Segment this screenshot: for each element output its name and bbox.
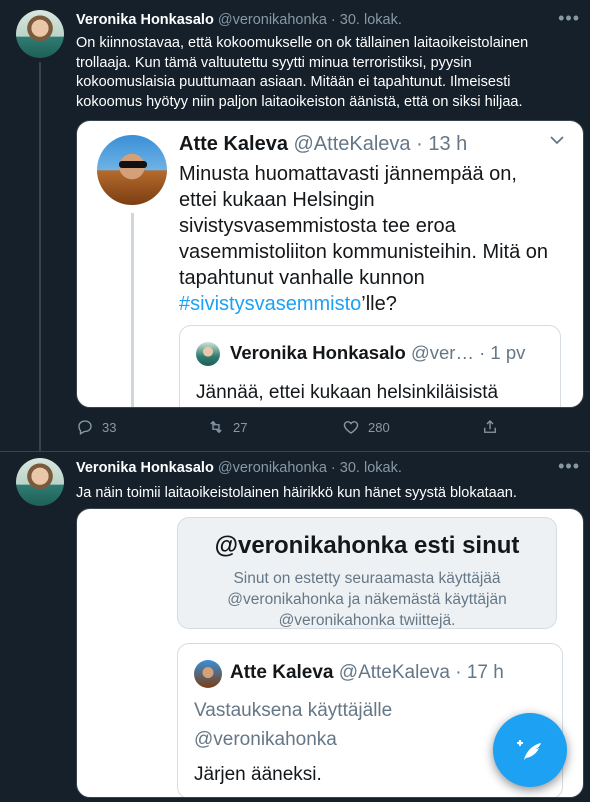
quoted-author-handle: @AtteKaleva xyxy=(293,133,411,155)
quoted-text: Minusta huomattavasti jännempää on, ette… xyxy=(179,161,559,317)
tweet-1[interactable]: Veronika Honkasalo @veronikahonka · 30. … xyxy=(0,0,590,452)
retweet-button[interactable]: 27 xyxy=(207,418,247,436)
nested-author-handle: @ver… xyxy=(410,342,474,363)
reply-text: Järjen ääneksi. xyxy=(194,764,322,785)
header-separator: · xyxy=(330,460,336,476)
author-name[interactable]: Veronika Honkasalo xyxy=(76,12,214,28)
tweet-actions: 33 27 280 xyxy=(76,418,516,442)
reply-context: Vastauksena käyttäjälle @veronikahonka xyxy=(194,700,393,750)
quoted-text-tail: ’lle? xyxy=(361,293,397,315)
hashtag-link: #sivistysvasemmisto xyxy=(179,293,362,315)
quoted-author-name: Atte Kaleva xyxy=(179,133,288,155)
like-count: 280 xyxy=(368,419,390,435)
share-button[interactable] xyxy=(481,418,499,436)
header-separator: · xyxy=(330,12,336,28)
nested-text: Jännää, ettei kukaan helsinkiläisistä xyxy=(196,382,499,403)
reply-author-name: Atte Kaleva xyxy=(230,662,334,683)
reply-separator: · xyxy=(455,662,462,683)
quoted-tweet-image[interactable]: Atte Kaleva @AtteKaleva · 13 h Minusta h… xyxy=(76,120,584,408)
compose-tweet-button[interactable] xyxy=(493,713,567,787)
reply-time: 17 h xyxy=(466,662,504,683)
quoted-author-avatar xyxy=(97,135,167,205)
like-button[interactable]: 280 xyxy=(342,418,390,436)
reply-icon xyxy=(78,420,92,435)
nested-author-avatar xyxy=(196,342,220,366)
blocked-title: @veronikahonka esti sinut xyxy=(214,532,520,559)
author-handle[interactable]: @veronikahonka xyxy=(218,460,327,476)
nested-quoted-tweet: Veronika Honkasalo @ver… · 1 pv Jännää, … xyxy=(179,325,561,407)
compose-tweet-icon xyxy=(516,739,541,760)
thread-connector xyxy=(39,62,41,452)
author-avatar[interactable] xyxy=(16,10,64,58)
quoted-text-body: Minusta huomattavasti jännempää on, ette… xyxy=(179,163,549,289)
reply-button[interactable]: 33 xyxy=(76,418,116,436)
tweet-header: Veronika Honkasalo @veronikahonka · 30. … xyxy=(76,460,402,476)
nested-author-name: Veronika Honkasalo xyxy=(230,342,406,363)
heart-icon xyxy=(343,421,359,434)
retweet-icon xyxy=(210,420,222,434)
tweet-date[interactable]: 30. lokak. xyxy=(340,12,402,28)
quoted-thread-line xyxy=(131,213,134,407)
quoted-separator: · xyxy=(416,133,423,155)
reply-author-avatar xyxy=(194,660,222,688)
chevron-down-icon xyxy=(549,133,565,151)
tweet-text: Ja näin toimii laitaoikeistolainen häiri… xyxy=(76,485,517,501)
nested-header: Veronika Honkasalo @ver… · 1 pv xyxy=(230,342,525,364)
more-options-icon[interactable]: ••• xyxy=(558,456,580,477)
author-handle[interactable]: @veronikahonka xyxy=(218,12,327,28)
nested-separator: · xyxy=(479,342,486,363)
quoted-time: 13 h xyxy=(428,133,468,155)
reply-author-handle: @AtteKaleva xyxy=(338,662,450,683)
tweet-text: On kiinnostavaa, että kokoomukselle on o… xyxy=(76,35,529,110)
share-icon xyxy=(484,420,496,433)
reply-count: 33 xyxy=(102,419,117,435)
more-options-icon[interactable]: ••• xyxy=(558,8,580,29)
quoted-header: Atte Kaleva @AtteKaleva · 13 h xyxy=(179,133,467,156)
tweet-date[interactable]: 30. lokak. xyxy=(340,460,402,476)
reply-header: Atte Kaleva @AtteKaleva · 17 h xyxy=(230,662,504,684)
tweet-header: Veronika Honkasalo @veronikahonka · 30. … xyxy=(76,12,402,28)
retweet-count: 27 xyxy=(233,419,248,435)
author-avatar[interactable] xyxy=(16,458,64,506)
nested-time: 1 pv xyxy=(490,342,526,363)
blocked-notice: @veronikahonka esti sinut Sinut on estet… xyxy=(177,517,557,629)
blocked-description: Sinut on estetty seuraamasta käyttäjää @… xyxy=(227,570,507,629)
author-name[interactable]: Veronika Honkasalo xyxy=(76,460,214,476)
sunglasses-graphic xyxy=(119,161,147,168)
